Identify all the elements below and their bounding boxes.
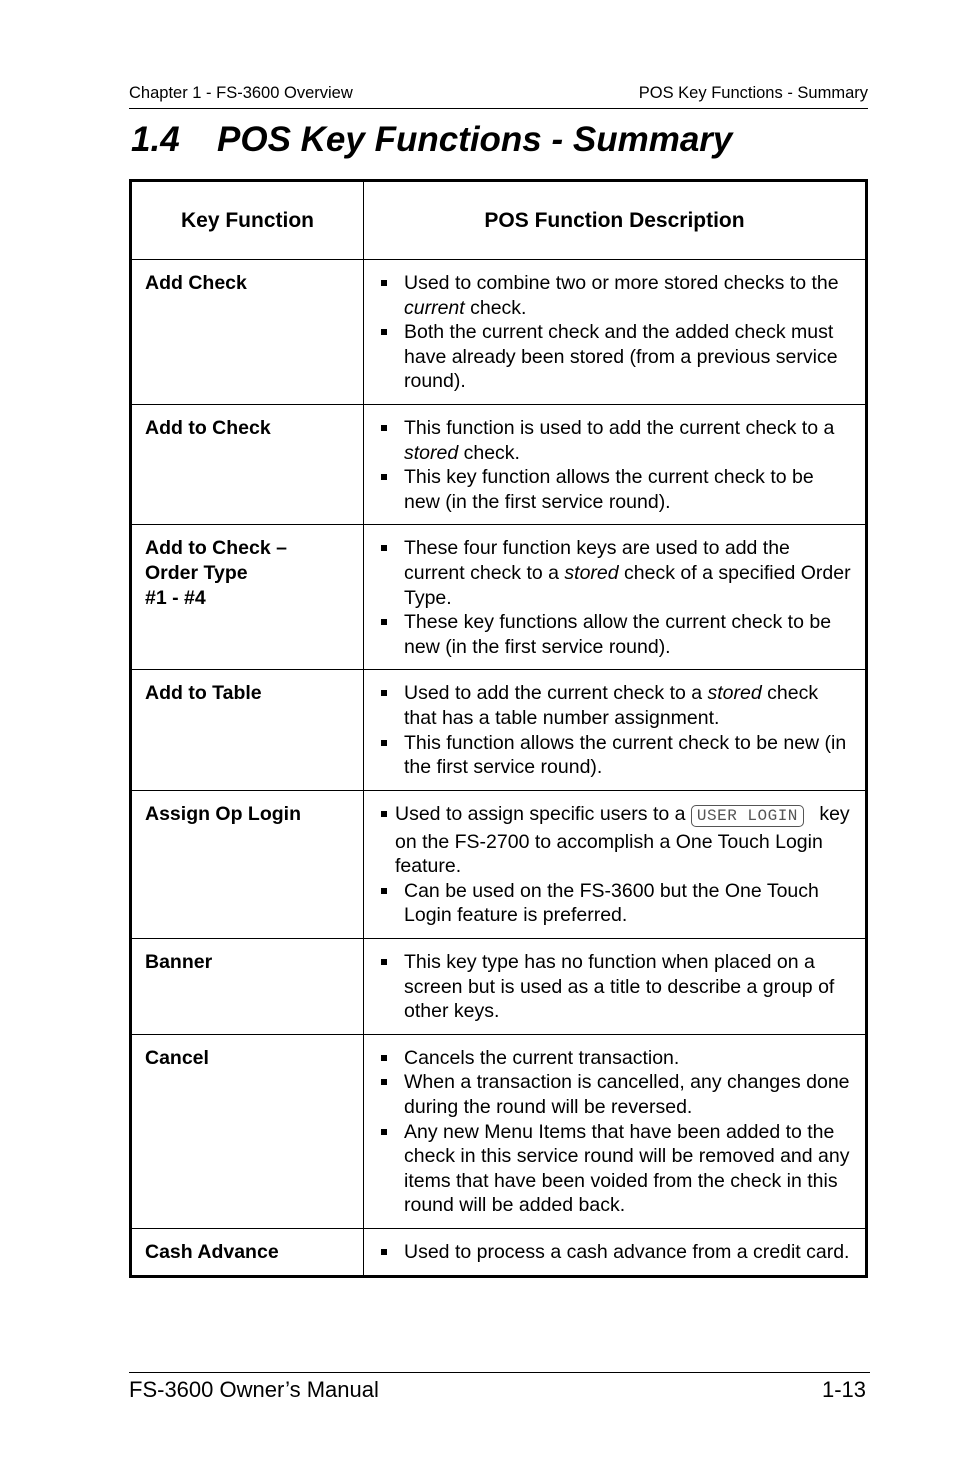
- running-header: Chapter 1 - FS-3600 Overview POS Key Fun…: [129, 84, 868, 109]
- page-footer: FS-3600 Owner’s Manual 1-13: [129, 1372, 870, 1402]
- table-row: Cancel Cancels the current transaction. Wh…: [130, 1033, 867, 1230]
- key-function-name: Add to Table: [130, 669, 364, 791]
- key-function-name: Banner: [130, 938, 364, 1035]
- keycap-label: USER LOGIN: [690, 804, 804, 827]
- emphasis-text: current: [404, 296, 465, 319]
- table-body: Add Check Used to combine two or more sto…: [130, 259, 867, 1277]
- description-bullet: Both the current check and the added che…: [378, 320, 851, 394]
- function-description: Used to assign specific users to a USER …: [363, 789, 867, 940]
- table-row: Assign Op Login Used to assign specific u…: [130, 789, 867, 940]
- column-header-key-function: Key Function: [130, 180, 364, 260]
- description-bullet: Used to assign specific users to a USER …: [378, 802, 851, 879]
- key-function-name: Cash Advance: [130, 1228, 364, 1277]
- key-function-name: Add Check: [130, 259, 364, 405]
- description-bullet-list: These four function keys are used to add…: [378, 536, 851, 659]
- key-function-name: Assign Op Login: [130, 789, 364, 940]
- header-section: POS Key Functions - Summary: [638, 84, 868, 102]
- description-bullet-list: Used to assign specific users to a USER …: [378, 802, 851, 928]
- description-bullet: These key functions allow the current ch…: [378, 610, 851, 659]
- page-number: 1-13: [821, 1377, 866, 1402]
- function-description: These four function keys are used to add…: [363, 524, 867, 671]
- function-description: Used to combine two or more stored check…: [363, 259, 867, 405]
- emphasis-text: stored: [707, 682, 762, 705]
- description-bullet-list: Used to process a cash advance from a cr…: [378, 1240, 851, 1265]
- description-bullet: This function allows the current check t…: [378, 731, 851, 780]
- description-bullet: Used to add the current check to a store…: [378, 681, 851, 730]
- description-bullet: When a transaction is cancelled, any cha…: [378, 1070, 851, 1119]
- description-bullet: Cancels the current transaction.: [378, 1046, 851, 1071]
- section-title-text: POS Key Functions - Summary: [217, 120, 733, 159]
- key-function-name: Add to Check: [130, 403, 364, 526]
- table-row: Cash Advance Used to process a cash advan…: [130, 1228, 867, 1277]
- description-bullet: This key type has no function when place…: [378, 950, 851, 1024]
- description-bullet-list: This key type has no function when place…: [378, 950, 851, 1024]
- description-bullet: These four function keys are used to add…: [378, 536, 851, 610]
- description-bullet-list: Used to combine two or more stored check…: [378, 271, 851, 394]
- column-header-description: POS Function Description: [363, 180, 867, 260]
- table-row: Add Check Used to combine two or more sto…: [130, 259, 867, 405]
- function-description: This key type has no function when place…: [363, 938, 867, 1035]
- function-description: Cancels the current transaction. When a t…: [363, 1033, 867, 1230]
- key-function-name: Cancel: [130, 1033, 364, 1230]
- footer-manual-title: FS-3600 Owner’s Manual: [129, 1377, 379, 1402]
- key-function-name: Add to Check – Order Type #1 - #4: [130, 524, 364, 671]
- description-bullet: This function is used to add the current…: [378, 416, 851, 465]
- emphasis-text: stored: [404, 441, 459, 464]
- table-row: Add to Check This function is used to add…: [130, 403, 867, 526]
- key-functions-table: Key Function POS Function Description Ad…: [129, 179, 868, 1278]
- table-row: Banner This key type has no function when…: [130, 938, 867, 1035]
- table-header-row: Key Function POS Function Description: [130, 180, 867, 260]
- description-bullet: This key function allows the current che…: [378, 465, 851, 514]
- section-number: 1.4: [131, 120, 180, 159]
- function-description: Used to process a cash advance from a cr…: [363, 1228, 867, 1277]
- description-bullet-list: This function is used to add the current…: [378, 416, 851, 514]
- description-bullet: Used to combine two or more stored check…: [378, 271, 851, 320]
- description-bullet: Used to process a cash advance from a cr…: [378, 1240, 851, 1265]
- emphasis-text: stored: [564, 561, 619, 584]
- header-chapter: Chapter 1 - FS-3600 Overview: [129, 84, 353, 102]
- description-bullet: Any new Menu Items that have been added …: [378, 1120, 851, 1218]
- description-bullet: Can be used on the FS-3600 but the One T…: [378, 879, 851, 928]
- function-description: This function is used to add the current…: [363, 403, 867, 526]
- function-description: Used to add the current check to a store…: [363, 669, 867, 791]
- description-bullet-list: Cancels the current transaction. When a t…: [378, 1046, 851, 1218]
- description-bullet-list: Used to add the current check to a store…: [378, 681, 851, 779]
- page-title: 1.4 POS Key Functions - Summary: [131, 120, 732, 160]
- table-row: Add to Check – Order Type #1 - #4 These f…: [130, 524, 867, 671]
- table-row: Add to Table Used to add the current chec…: [130, 669, 867, 791]
